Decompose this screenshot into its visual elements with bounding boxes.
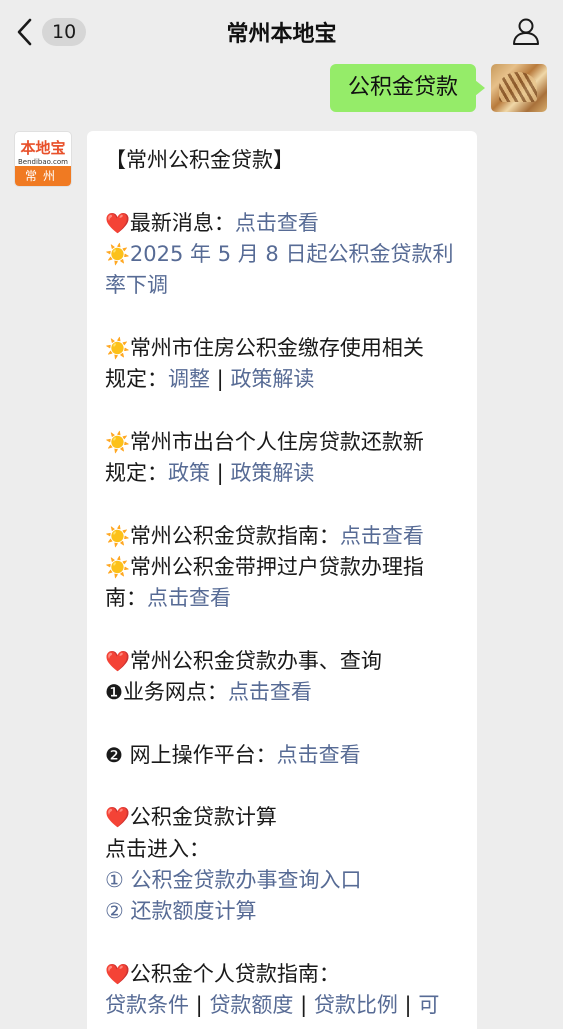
service-outlets-label: 业务网点：	[122, 680, 228, 705]
loan-ratio-link[interactable]: 贷款比例	[314, 993, 398, 1017]
repay-rule-text: 常州市出台个人住房贷款还款新	[129, 429, 424, 454]
sun-icon: ☀️	[105, 523, 130, 548]
chat-title: 常州本地宝	[226, 22, 337, 47]
separator: |	[189, 993, 210, 1018]
number-two-icon: ❷	[105, 742, 123, 767]
query-entry-row: ① 公积金贷款办事查询入口	[105, 865, 463, 896]
loan-guide-link[interactable]: 点击查看	[340, 524, 424, 548]
online-platform-row: ❷ 网上操作平台：点击查看	[105, 740, 463, 771]
heart-icon: ❤️	[105, 805, 130, 830]
heart-icon: ❤️	[105, 648, 130, 673]
repay-calc-row: ② 还款额度计算	[105, 896, 463, 927]
news-item-link[interactable]: 2025 年 5 月 8 日起公积金贷款利	[130, 242, 454, 266]
separator: |	[397, 993, 419, 1018]
personal-guide-heading: 公积金个人贷款指南：	[129, 961, 340, 986]
affairs-heading-row: ❤️常州公积金贷款办事、查询	[105, 646, 463, 677]
separator: |	[210, 367, 231, 392]
circled-one-icon: ①	[105, 867, 124, 892]
repay-interpret-link[interactable]: 政策解读	[230, 461, 314, 485]
self-avatar[interactable]	[491, 64, 547, 112]
bot-logo-sub: Bendibao.com	[17, 158, 68, 166]
separator: |	[293, 993, 314, 1018]
calc-heading: 公积金贷款计算	[129, 805, 277, 830]
adjust-link[interactable]: 调整	[168, 367, 210, 391]
user-icon[interactable]	[511, 16, 541, 46]
calc-enter-label: 点击进入：	[105, 836, 210, 861]
circled-two-icon: ②	[105, 899, 124, 924]
guide-links-row: 贷款条件 | 贷款额度 | 贷款比例 | 可	[105, 990, 463, 1021]
loan-guide-row: ☀️常州公积金贷款指南：点击查看	[105, 521, 463, 552]
loan-amount-link[interactable]: 贷款额度	[209, 993, 293, 1017]
news-item-link-cont[interactable]: 率下调	[105, 273, 168, 297]
mortgage-transfer-row: ☀️常州公积金带押过户贷款办理指	[105, 552, 463, 583]
news-item-row[interactable]: ☀️2025 年 5 月 8 日起公积金贷款利	[105, 239, 463, 270]
repay-rule-row: ☀️常州市出台个人住房贷款还款新	[105, 427, 463, 458]
service-outlets-row: ❶业务网点：点击查看	[105, 677, 463, 708]
policy-interpret-link[interactable]: 政策解读	[230, 367, 314, 391]
loan-conditions-link[interactable]: 贷款条件	[105, 993, 189, 1017]
query-entry-link[interactable]: 公积金贷款办事查询入口	[131, 868, 362, 892]
news-item-row-cont[interactable]: 率下调	[105, 270, 463, 301]
mortgage-transfer-link[interactable]: 点击查看	[147, 586, 231, 610]
heart-icon: ❤️	[105, 210, 130, 235]
personal-guide-row: ❤️公积金个人贷款指南：	[105, 959, 463, 990]
service-outlets-link[interactable]: 点击查看	[228, 680, 312, 704]
heart-icon: ❤️	[105, 961, 130, 986]
sun-icon: ☀️	[105, 554, 130, 579]
bot-avatar[interactable]: 本地宝 Bendibao.com 常州	[14, 131, 72, 187]
sun-icon: ☀️	[105, 335, 130, 360]
avatar-image	[499, 72, 537, 102]
separator: |	[210, 460, 231, 485]
online-platform-label: 网上操作平台：	[122, 742, 277, 767]
online-platform-link[interactable]: 点击查看	[277, 743, 361, 767]
policy-link[interactable]: 政策	[168, 461, 210, 485]
sun-icon: ☀️	[105, 241, 130, 266]
policy-label: 规定：	[105, 367, 168, 392]
number-one-icon: ❶	[105, 680, 123, 705]
more-link[interactable]: 可	[418, 993, 439, 1017]
repay-label: 规定：	[105, 460, 168, 485]
latest-news-row: ❤️最新消息：点击查看	[105, 208, 463, 239]
affairs-heading: 常州公积金贷款办事、查询	[129, 648, 382, 673]
calc-heading-row: ❤️公积金贷款计算	[105, 802, 463, 833]
received-message-bubble: 【常州公积金贷款】 ❤️最新消息：点击查看 ☀️2025 年 5 月 8 日起公…	[87, 131, 477, 1029]
nav-header: 10 常州本地宝	[0, 0, 563, 66]
mortgage-transfer-label: 南：	[105, 586, 147, 611]
latest-news-label: 最新消息：	[129, 210, 235, 235]
latest-news-link[interactable]: 点击查看	[235, 211, 319, 235]
mortgage-transfer-text: 常州公积金带押过户贷款办理指	[129, 554, 424, 579]
sent-message-bubble[interactable]: 公积金贷款	[329, 64, 486, 112]
repay-links-row: 规定：政策 | 政策解读	[105, 458, 463, 489]
reply-heading: 【常州公积金贷款】	[105, 148, 294, 172]
policy-row: ☀️常州市住房公积金缴存使用相关	[105, 333, 463, 364]
repay-calc-link[interactable]: 还款额度计算	[131, 899, 257, 923]
policy-text: 常州市住房公积金缴存使用相关	[129, 335, 424, 360]
loan-guide-text: 常州公积金贷款指南：	[129, 523, 340, 548]
mortgage-transfer-link-row: 南：点击查看	[105, 583, 463, 614]
policy-links-row: 规定：调整 | 政策解读	[105, 364, 463, 395]
bot-logo-city: 常州	[15, 166, 71, 186]
sun-icon: ☀️	[105, 429, 130, 454]
